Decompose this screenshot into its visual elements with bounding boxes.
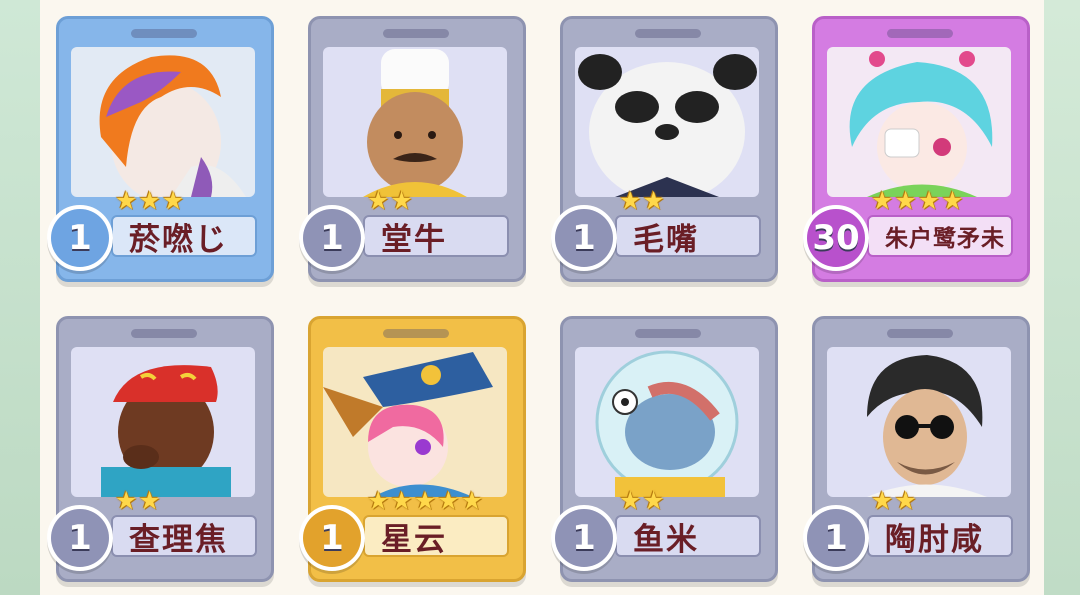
star-icon: ★: [642, 186, 665, 215]
card-notch: [635, 29, 701, 38]
star-rating: ★ ★: [619, 487, 665, 515]
character-name: 堂牛: [381, 221, 447, 258]
level-badge: 1: [299, 505, 365, 571]
level-value: 1: [807, 509, 865, 567]
star-icon: ★: [619, 186, 642, 215]
star-icon: ★: [619, 486, 642, 515]
level-badge: 1: [551, 205, 617, 271]
star-rating: ★ ★: [367, 187, 413, 215]
character-portrait: [827, 347, 1011, 497]
star-rating: ★ ★ ★: [115, 187, 184, 215]
star-rating: ★ ★: [619, 187, 665, 215]
star-icon: ★: [437, 486, 460, 515]
character-card-2[interactable]: ★ ★ 毛嘴 1: [551, 16, 778, 282]
character-card-0[interactable]: ★ ★ ★ 菸嘫じ 1: [47, 16, 274, 282]
level-value: 30: [807, 209, 865, 267]
character-name: 鱼米: [633, 521, 699, 558]
character-portrait: [71, 47, 255, 197]
character-name: 毛嘴: [633, 221, 699, 258]
star-rating: ★ ★: [871, 487, 917, 515]
character-name: 朱户鹭矛未: [885, 226, 1005, 252]
character-name: 查理焦: [129, 521, 228, 558]
level-value: 1: [51, 209, 109, 267]
star-icon: ★: [390, 486, 413, 515]
name-bar: 堂牛: [363, 215, 509, 258]
level-value: 1: [555, 509, 613, 567]
character-portrait: [575, 47, 759, 197]
character-card-3[interactable]: ★ ★ ★ ★ 朱户鹭矛未 30: [803, 16, 1030, 282]
card-notch: [131, 329, 197, 338]
card-notch: [383, 329, 449, 338]
character-portrait: [71, 347, 255, 497]
character-name: 菸嘫じ: [129, 221, 228, 258]
level-badge: 1: [299, 205, 365, 271]
star-icon: ★: [367, 486, 390, 515]
level-value: 1: [51, 509, 109, 567]
character-card-4[interactable]: ★ ★ 查理焦 1: [47, 316, 274, 582]
name-bar: 查理焦: [111, 515, 257, 558]
star-icon: ★: [138, 486, 161, 515]
level-badge: 1: [47, 205, 113, 271]
star-icon: ★: [871, 186, 894, 215]
name-bar: 毛嘴: [615, 215, 761, 258]
card-notch: [635, 329, 701, 338]
star-icon: ★: [917, 186, 941, 215]
character-collection-panel: ★ ★ ★ 菸嘫じ 1 ★ ★ 堂牛 1 ★ ★ 毛嘴 1 ★ ★ ★ ★ 朱户…: [40, 0, 1044, 595]
name-bar: 朱户鹭矛未: [867, 215, 1013, 257]
star-icon: ★: [941, 186, 964, 215]
name-bar: 星云: [363, 515, 509, 558]
star-icon: ★: [367, 186, 390, 215]
character-card-7[interactable]: ★ ★ 陶肘咸 1: [803, 316, 1030, 582]
level-badge: 30: [803, 205, 869, 271]
name-bar: 菸嘫じ: [111, 215, 257, 258]
level-value: 1: [303, 209, 361, 267]
star-icon: ★: [871, 486, 894, 515]
name-bar: 陶肘咸: [867, 515, 1013, 558]
character-name: 星云: [381, 521, 447, 558]
star-icon: ★: [115, 186, 138, 215]
character-card-6[interactable]: ★ ★ 鱼米 1: [551, 316, 778, 582]
card-notch: [131, 29, 197, 38]
star-rating: ★ ★ ★ ★: [871, 187, 964, 215]
character-card-5[interactable]: ★ ★ ★ ★ ★ 星云 1: [299, 316, 526, 582]
character-portrait: [575, 347, 759, 497]
star-icon: ★: [390, 186, 413, 215]
level-badge: 1: [803, 505, 869, 571]
level-value: 1: [555, 209, 613, 267]
card-notch: [887, 29, 953, 38]
star-icon: ★: [115, 486, 138, 515]
character-name: 陶肘咸: [885, 521, 984, 558]
star-icon: ★: [894, 486, 917, 515]
character-portrait: [827, 47, 1011, 197]
star-rating: ★ ★: [115, 487, 161, 515]
star-icon: ★: [413, 486, 437, 515]
background-left: [0, 0, 40, 595]
card-notch: [383, 29, 449, 38]
character-portrait: [323, 47, 507, 197]
star-icon: ★: [138, 186, 161, 215]
character-card-1[interactable]: ★ ★ 堂牛 1: [299, 16, 526, 282]
star-rating: ★ ★ ★ ★ ★: [367, 487, 483, 515]
level-badge: 1: [551, 505, 617, 571]
name-bar: 鱼米: [615, 515, 761, 558]
star-icon: ★: [460, 486, 484, 515]
level-value: 1: [303, 509, 361, 567]
character-portrait: [323, 347, 507, 497]
star-icon: ★: [161, 186, 185, 215]
star-icon: ★: [894, 186, 917, 215]
background-right: [1044, 0, 1080, 595]
star-icon: ★: [642, 486, 665, 515]
card-notch: [887, 329, 953, 338]
level-badge: 1: [47, 505, 113, 571]
